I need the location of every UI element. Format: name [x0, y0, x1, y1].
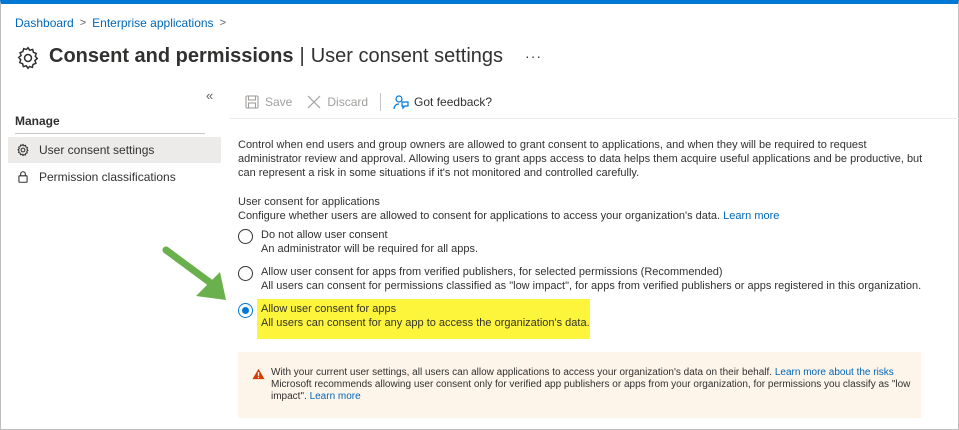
close-icon: [307, 95, 321, 109]
gear-icon: [17, 46, 39, 70]
green-arrow-icon: [162, 246, 226, 300]
feedback-icon: [393, 95, 409, 110]
discard-button[interactable]: Discard: [306, 94, 368, 110]
warning-banner: With your current user settings, all use…: [238, 352, 921, 418]
breadcrumb-separator: >: [219, 17, 226, 29]
sidebar-item-permission-classifications[interactable]: Permission classifications: [8, 164, 221, 190]
save-label: Save: [265, 95, 293, 109]
save-icon: [245, 95, 259, 109]
option-description: All users can consent for any app to acc…: [261, 317, 590, 329]
option-do-not-allow[interactable]: Do not allow user consent An administrat…: [238, 228, 478, 256]
warning-learn-more-link[interactable]: Learn more: [310, 391, 361, 402]
page-description: Control when end users and group owners …: [238, 139, 923, 179]
option-description: All users can consent for permissions cl…: [261, 280, 922, 292]
sidebar-section-manage: Manage: [15, 114, 60, 128]
sidebar-item-user-consent-settings[interactable]: User consent settings: [8, 137, 221, 163]
radio-button[interactable]: [238, 229, 253, 244]
warning-line-1: With your current user settings, all use…: [271, 367, 911, 379]
sidebar-item-label: Permission classifications: [39, 170, 176, 184]
lock-icon: [18, 171, 28, 183]
toolbar-divider-line: [230, 118, 959, 119]
collapse-sidebar-button[interactable]: «: [206, 88, 213, 103]
toolbar-divider: [380, 93, 382, 111]
sidebar-item-label: User consent settings: [39, 143, 155, 157]
gear-icon: [17, 143, 29, 157]
page-title: Consent and permissions: [49, 44, 294, 67]
title-divider: |: [299, 44, 305, 67]
breadcrumb-enterprise-applications[interactable]: Enterprise applications: [92, 16, 213, 30]
feedback-button[interactable]: Got feedback?: [393, 94, 492, 110]
discard-label: Discard: [327, 95, 369, 109]
warning-text-2: Microsoft recommends allowing user conse…: [271, 379, 911, 402]
radio-button[interactable]: [238, 266, 253, 281]
feedback-label: Got feedback?: [414, 95, 493, 109]
breadcrumb-dashboard[interactable]: Dashboard: [15, 16, 74, 30]
save-button[interactable]: Save: [244, 94, 292, 110]
option-allow-all-apps[interactable]: Allow user consent for apps All users ca…: [238, 302, 590, 330]
option-label: Allow user consent for apps from verifie…: [261, 266, 723, 278]
warning-text-1: With your current user settings, all use…: [271, 367, 773, 378]
section-title: User consent for applications: [238, 196, 380, 208]
option-verified-publishers[interactable]: Allow user consent for apps from verifie…: [238, 265, 921, 293]
more-options-button[interactable]: ···: [525, 48, 542, 64]
command-bar: Save Discard Got feedback?: [244, 93, 506, 111]
warning-line-2: Microsoft recommends allowing user conse…: [271, 379, 911, 403]
option-description: An administrator will be required for al…: [261, 243, 479, 255]
page-subtitle: User consent settings: [310, 44, 504, 67]
option-label: Do not allow user consent: [261, 229, 388, 241]
learn-more-risks-link[interactable]: Learn more about the risks: [775, 367, 894, 378]
breadcrumb-separator: >: [79, 17, 87, 29]
warning-icon: [252, 368, 265, 380]
breadcrumb: Dashboard > Enterprise applications >: [15, 16, 226, 30]
option-label: Allow user consent for apps: [261, 303, 397, 315]
radio-button-selected[interactable]: [238, 303, 253, 318]
sidebar-divider: [15, 133, 205, 134]
section-description-text: Configure whether users are allowed to c…: [238, 210, 721, 222]
learn-more-link[interactable]: Learn more: [723, 210, 779, 222]
page-header: Consent and permissions | User consent s…: [15, 41, 542, 71]
section-description: Configure whether users are allowed to c…: [238, 210, 779, 222]
